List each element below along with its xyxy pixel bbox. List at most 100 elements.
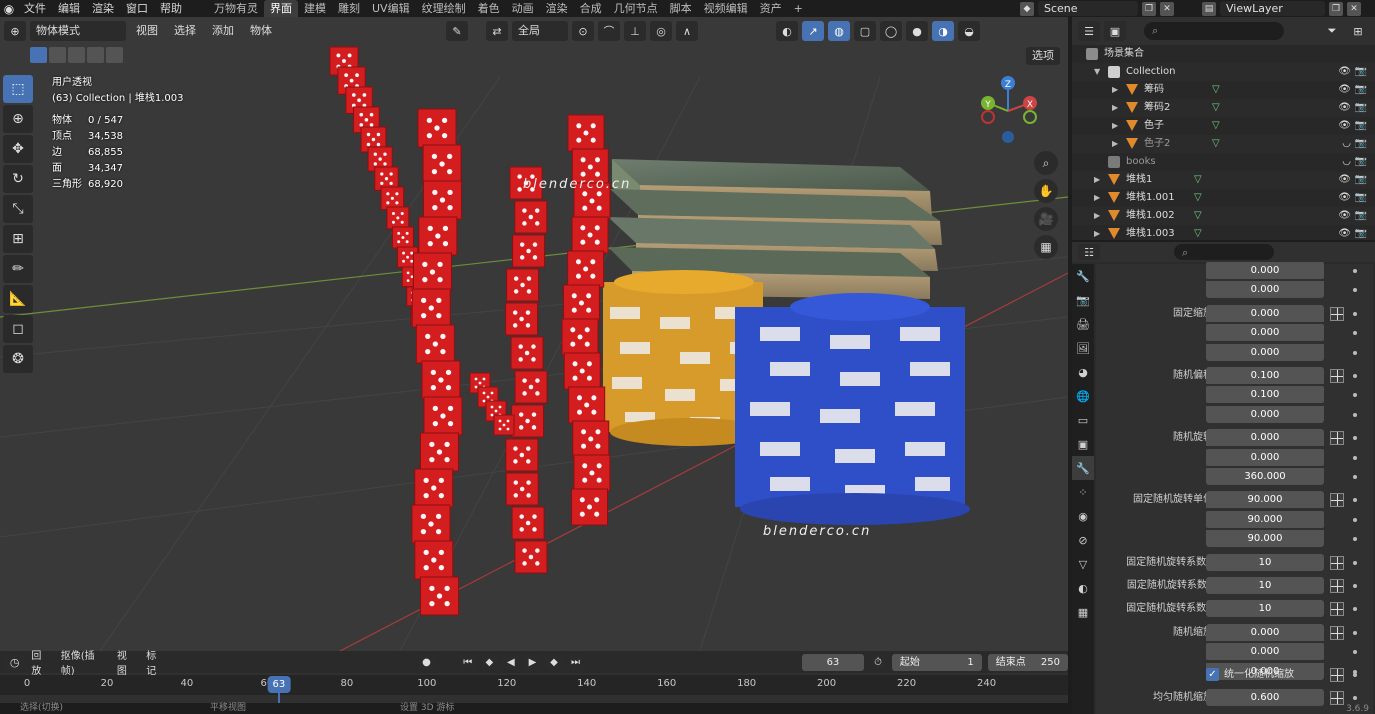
keyframe-dot-icon[interactable] <box>1353 607 1357 612</box>
zoom-icon[interactable]: ⌕ <box>1034 151 1058 175</box>
annotate-tool-icon[interactable]: ✏ <box>3 255 33 283</box>
visibility-eye-icon[interactable]: 👁 <box>1338 207 1351 225</box>
property-value-field[interactable]: 0.000 <box>1206 448 1324 466</box>
collapsed-arrow-icon[interactable]: ▶ <box>1094 225 1100 240</box>
render-camera-icon[interactable]: 📷 <box>1355 153 1367 171</box>
falloff-icon[interactable]: ∧ <box>676 21 698 41</box>
keyframe-dot-icon[interactable] <box>1353 475 1357 479</box>
keyframe-dot-icon[interactable] <box>1353 584 1357 588</box>
transform-orientation-icon[interactable]: ⇄ <box>486 21 508 41</box>
visibility-eye-icon[interactable]: 👁 <box>1338 189 1351 207</box>
outliner-row[interactable]: ▶ 筹码 ▽ 👁 📷 <box>1072 81 1375 99</box>
property-value-field[interactable]: 0.100 <box>1206 386 1324 404</box>
3d-viewport[interactable]: ⊕ 物体模式 视图 选择 添加 物体 ✎ ⇄ 全局 ⊙ ⌒ ⊥ ◎ ∧ ◐ ↗ ◍ ▢… <box>0 17 1068 651</box>
mode-dropdown[interactable]: 物体模式 <box>30 21 126 41</box>
keyframe-dot-icon[interactable] <box>1353 498 1357 503</box>
keyframe-dot-icon[interactable] <box>1353 393 1357 398</box>
ortho-grid-icon[interactable]: ▦ <box>1034 235 1058 259</box>
keyframe-dot-icon[interactable] <box>1353 455 1357 460</box>
keyframe-dot-icon[interactable] <box>1353 696 1357 700</box>
render-camera-icon[interactable]: 📷 <box>1355 135 1367 153</box>
viewlayer-name[interactable]: ViewLayer <box>1220 1 1325 16</box>
move-tool-icon[interactable]: ✥ <box>3 135 33 163</box>
collapsed-arrow-icon[interactable]: ▶ <box>1112 135 1118 153</box>
display-mode-icon[interactable]: ▣ <box>1104 21 1126 41</box>
scene-tab-icon[interactable]: ◕ <box>1072 360 1094 384</box>
wireframe-shading-icon[interactable]: ◯ <box>880 21 902 41</box>
visibility-eye-icon[interactable]: 👁 <box>1338 171 1351 189</box>
property-value-field[interactable]: 0.000 <box>1206 343 1324 361</box>
keyframe-dot-icon[interactable] <box>1353 412 1357 417</box>
collection-tab-icon[interactable]: ▭ <box>1072 408 1094 432</box>
scene-selector[interactable]: ◆ Scene ❐ ✕ <box>1020 0 1174 17</box>
scene-name[interactable]: Scene <box>1038 1 1138 16</box>
timeline-menu-item[interactable]: 抠像(插帧) <box>61 647 107 677</box>
options-dropdown[interactable]: 选项 <box>1026 47 1060 65</box>
gizmo-toggle-icon[interactable]: ↗ <box>802 21 824 41</box>
jump-end-icon[interactable]: ⏭ <box>567 654 584 670</box>
scale-tool-icon[interactable]: ⤡ <box>3 195 33 223</box>
outliner-row[interactable]: ▶ 堆栈1.001 ▽ 👁 📷 <box>1072 189 1375 207</box>
timeline-editor-type-icon[interactable]: ◷ <box>4 654 26 670</box>
physics-tab-icon[interactable]: ◉ <box>1072 504 1094 528</box>
rendered-shading-icon[interactable]: ◒ <box>958 21 980 41</box>
visibility-eye-icon[interactable]: 👁 <box>1338 81 1351 99</box>
outliner-row[interactable]: ▶ 色子2 ▽ ◡ 📷 <box>1072 135 1375 153</box>
collapsed-arrow-icon[interactable]: ▶ <box>1094 189 1100 207</box>
outliner-row[interactable]: ▶ 筹码2 ▽ 👁 📷 <box>1072 99 1375 117</box>
snap-target-icon[interactable]: ⊥ <box>624 21 646 41</box>
transform-tool-icon[interactable]: ⊞ <box>3 225 33 253</box>
particles-tab-icon[interactable]: ⁘ <box>1072 480 1094 504</box>
mix-mode-icon[interactable] <box>1330 602 1344 617</box>
menu-item[interactable]: 编辑 <box>52 0 86 17</box>
workspace-tab[interactable]: 建模 <box>298 0 332 17</box>
measure-tool-icon[interactable]: 📐 <box>3 285 33 313</box>
keyframe-dot-icon[interactable] <box>1353 537 1357 542</box>
xray-icon[interactable]: ▢ <box>854 21 876 41</box>
keyframe-dot-icon[interactable] <box>1353 560 1357 565</box>
menu-item[interactable]: 渲染 <box>86 0 120 17</box>
outliner-row[interactable]: ▶ 色子 ▽ 👁 📷 <box>1072 117 1375 135</box>
cursor-tool-icon[interactable]: ⊕ <box>3 105 33 133</box>
workspace-tab[interactable]: 雕刻 <box>332 0 366 17</box>
render-tab-icon[interactable]: 📷 <box>1072 288 1094 312</box>
collapsed-arrow-icon[interactable]: ▶ <box>1094 171 1100 189</box>
viewport-menu-item[interactable]: 物体 <box>244 21 278 41</box>
keyframe-dot-icon[interactable] <box>1353 288 1357 293</box>
filter-icon[interactable]: ⏷ <box>1321 21 1343 41</box>
workspace-tab[interactable]: 几何节点 <box>608 0 664 17</box>
material-shading-icon[interactable]: ◑ <box>932 21 954 41</box>
property-value-field[interactable]: 0.000 <box>1206 405 1324 423</box>
render-camera-icon[interactable]: 📷 <box>1355 63 1367 81</box>
scatter-tool-icon[interactable]: ❂ <box>3 345 33 373</box>
property-value-field[interactable]: 0.000 <box>1206 643 1324 661</box>
current-frame-field[interactable]: 63 <box>801 653 865 671</box>
axis-gizmo[interactable]: Z X Y <box>978 73 1038 143</box>
workspace-tab[interactable]: 脚本 <box>664 0 698 17</box>
playhead[interactable]: 63 <box>267 676 291 693</box>
world-tab-icon[interactable]: 🌐 <box>1072 384 1094 408</box>
property-value-field[interactable]: 0.000 <box>1206 429 1324 447</box>
outliner-row[interactable]: ▶ 堆栈1.003 ▽ 👁 📷 <box>1072 225 1375 240</box>
texture-tab-icon[interactable]: ▦ <box>1072 600 1094 624</box>
new-scene-icon[interactable]: ❐ <box>1142 1 1156 16</box>
keyframe-dot-icon[interactable] <box>1353 673 1357 677</box>
delete-viewlayer-icon[interactable]: ✕ <box>1347 1 1361 16</box>
rotate-tool-icon[interactable]: ↻ <box>3 165 33 193</box>
pivot-icon[interactable]: ⊙ <box>572 21 594 41</box>
property-value-field[interactable]: 90.000 <box>1206 510 1324 528</box>
mix-mode-icon[interactable] <box>1330 369 1344 383</box>
viewlayer-selector[interactable]: ▤ ViewLayer ❐ ✕ <box>1202 0 1361 17</box>
viewport-menu-item[interactable]: 视图 <box>130 21 164 41</box>
view-layer-tab-icon[interactable]: 🖼 <box>1072 336 1094 360</box>
collapsed-arrow-icon[interactable]: ▶ <box>1112 117 1118 135</box>
timeline-menu-item[interactable]: 标记 <box>146 647 165 677</box>
property-value-field[interactable]: 0.600 <box>1206 689 1324 706</box>
snap-icon[interactable]: ⌒ <box>598 21 620 41</box>
property-value-field[interactable]: 90.000 <box>1206 530 1324 548</box>
workspace-tab[interactable]: 界面 <box>264 0 298 17</box>
blender-logo-icon[interactable]: ◉ <box>0 0 18 17</box>
add-workspace-button[interactable]: + <box>788 2 809 15</box>
property-value-field[interactable]: 0.000 <box>1206 304 1324 322</box>
outliner-row[interactable]: books ◡ 📷 <box>1072 153 1375 171</box>
